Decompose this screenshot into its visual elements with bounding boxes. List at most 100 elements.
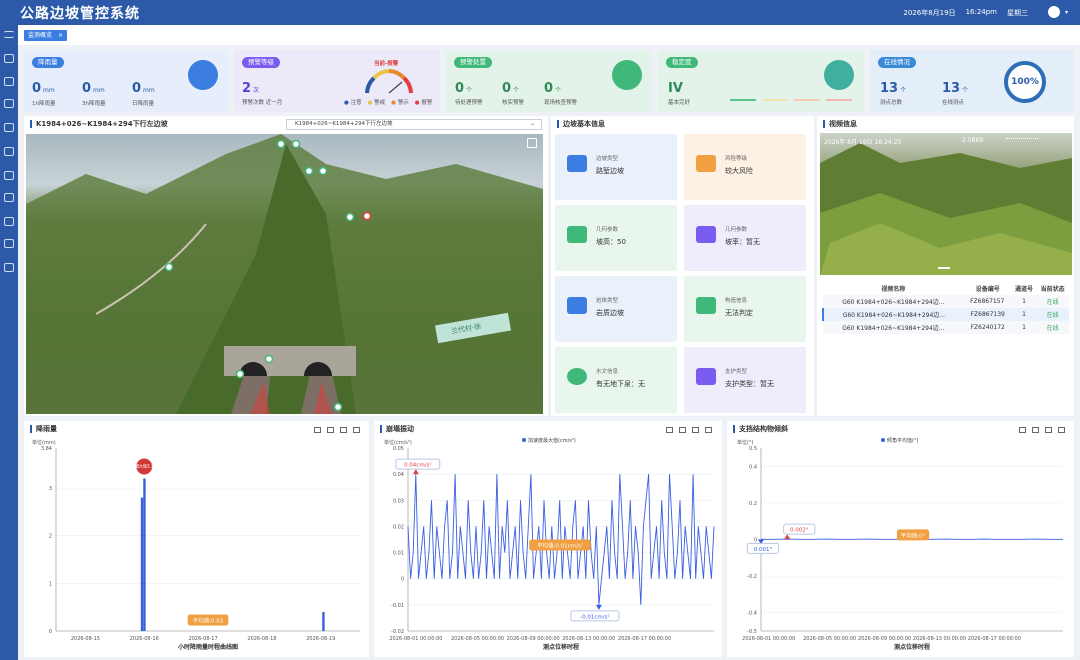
info-card: 边坡类型 路堑边坡 <box>555 134 677 200</box>
x-tick-label: 2026-08-13 00:00:00 <box>562 636 615 642</box>
y-tick-label: 3 <box>49 486 52 492</box>
x-tick-label: 2026-08-16 <box>130 636 159 642</box>
y-tick-label: 1 <box>49 581 52 587</box>
monitor-icon[interactable] <box>4 263 14 272</box>
stat-label: 1h降雨量 <box>32 101 56 107</box>
table-row[interactable]: G60 K1984+026~K1984+294边... FZ6867139 1 … <box>823 308 1069 321</box>
stability-bar-3 <box>794 99 820 101</box>
max-marker <box>412 469 419 475</box>
info-label: 几何参数 <box>725 227 748 233</box>
table-icon[interactable] <box>4 217 14 226</box>
video-name: G60 K1984+026~K1984+294边... <box>842 299 945 306</box>
y-tick-label: -0.01 <box>391 603 404 609</box>
y-tick-label: 0.02 <box>393 524 404 530</box>
info-value: 无法判定 <box>725 309 753 317</box>
stat-value: IV <box>668 81 683 96</box>
network-icon[interactable] <box>4 147 14 156</box>
info-card: 风险等级 较大风险 <box>684 134 806 200</box>
max-marker <box>784 534 791 540</box>
monitor-point-icon <box>276 139 286 149</box>
x-tick-label: 2026-08-17 <box>189 636 218 642</box>
gauge-chart <box>365 69 413 94</box>
chart-panel-rain: 降雨量 3.84 3 2 1 0 单位(mm) 小时降雨量时程曲线图 2026-08-15 20… <box>24 421 369 657</box>
tab-label: 监测概览 <box>28 32 53 39</box>
info-label: 岩体类型 <box>596 298 619 304</box>
share-nodes-icon <box>824 60 854 90</box>
x-tick-label: 2026-08-09 00:00:00 <box>507 636 560 642</box>
table-row[interactable]: G60 K1984+026~K1984+294边... FZ6240172 1 … <box>823 321 1069 334</box>
avg-label: 平均值:0.03 <box>193 617 224 625</box>
x-tick-label: 2026-08-05 00:00:00 <box>451 636 504 642</box>
slope-3d-image[interactable]: 兰代村·徐 <box>26 134 543 414</box>
x-tick-label: 2026-08-17 00:00:00 <box>618 636 671 642</box>
info-value: 较大风险 <box>725 167 753 175</box>
user-avatar-icon[interactable] <box>1048 6 1060 18</box>
card-warn-level: 预警等级 2次 预警次数 近一月 当前-报警 ● 注意 ● 警戒 ● 警示 ● … <box>234 50 440 112</box>
video-player[interactable]: 2026年 8月 19日 16:24:25 2.58KB <box>820 133 1072 275</box>
legend-swatch <box>881 438 885 442</box>
camera-icon[interactable] <box>4 171 14 180</box>
slope-view-panel: K1984+026~K1984+294下行左边坡 K1984+026~K1984… <box>24 116 548 416</box>
info-card: 几何参数 坡高：50 <box>555 205 677 271</box>
monitor-point-icon <box>304 166 314 176</box>
inbox-icon[interactable] <box>4 99 14 108</box>
tab-monitor-overview[interactable]: 监测概览 × <box>24 30 68 41</box>
org-icon[interactable] <box>4 123 14 132</box>
info-value: 岩质边坡 <box>596 309 624 317</box>
grid-icon[interactable] <box>4 77 14 86</box>
monitor-point-icon <box>291 139 301 149</box>
y-tick-label: 0 <box>49 629 52 635</box>
slope-select-value: K1984+026~K1984+294下行左边坡 <box>295 121 393 127</box>
stat-value: 0 mm <box>32 81 55 96</box>
info-card: 几何参数坡率：暂无 <box>684 205 806 271</box>
structure-icon <box>696 297 716 314</box>
carousel-indicator[interactable] <box>938 267 950 269</box>
cloud-rain-icon <box>188 60 218 90</box>
menu-icon[interactable] <box>4 31 14 38</box>
video-bitrate: 2.58KB <box>962 137 984 144</box>
x-tick-label: 2026-08-13 00:00:00 <box>913 636 966 642</box>
risk-icon <box>696 155 716 172</box>
chevron-down-icon[interactable]: ▾ <box>1065 9 1068 16</box>
slope-select[interactable]: K1984+026~K1984+294下行左边坡 ⌄ <box>286 119 542 130</box>
online-percent-ring: 100% <box>1004 61 1046 103</box>
video-table: 视频名称 设备编号 通道号 当前状态 G60 K1984+026~K1984+2… <box>822 282 1070 334</box>
bar <box>143 478 146 631</box>
info-label: 水文信息 <box>596 369 619 375</box>
rain-chart: 3.84 3 2 1 0 单位(mm) 小时降雨量时程曲线图 2026-08-15 2026-0… <box>32 439 360 651</box>
signal-icon <box>1006 138 1038 142</box>
stat-value: 2次 <box>242 81 260 96</box>
apps-icon[interactable] <box>4 239 14 248</box>
column-header: 通道号 <box>1015 286 1034 293</box>
info-value: 坡率：暂无 <box>725 238 760 246</box>
stat-label: 3h降雨量 <box>82 101 106 107</box>
panel-title: 边坡基本信息 <box>557 120 605 128</box>
y-tick-label: 0.03 <box>393 498 404 504</box>
sidebar <box>0 25 18 660</box>
close-icon[interactable]: × <box>58 32 63 39</box>
bar <box>140 497 144 631</box>
home-icon[interactable] <box>4 54 14 63</box>
building-icon[interactable] <box>4 193 14 202</box>
info-label: 支护类型 <box>725 369 748 375</box>
fullscreen-icon[interactable] <box>527 138 537 148</box>
max-label: 最大值3.2 <box>135 463 154 469</box>
table-row[interactable]: G60 K1984+026~K1984+294边... FZ6867157 1 … <box>823 295 1069 308</box>
panel-title: 视频信息 <box>823 120 857 128</box>
card-warn-handle: 预警处置 0个 待处理预警 0个 核实预警 0个 现场核查预警 <box>446 50 652 112</box>
monitor-point-icon <box>333 402 343 412</box>
y-tick-label: 0.5 <box>749 446 757 452</box>
status-badge: 在线 <box>1046 299 1059 306</box>
y-tick-label: -0.2 <box>747 574 757 580</box>
info-card: 岩体类型 岩质边坡 <box>555 276 677 342</box>
stat-value: 0 mm <box>82 81 105 96</box>
y-tick-label: 0.01 <box>393 551 404 557</box>
chart-trend-icon <box>567 297 587 314</box>
stat-label: 待处理预警 <box>455 100 483 106</box>
y-tick-label: 0.05 <box>393 446 404 452</box>
x-tick-label: 2026-08-09 00:00:00 <box>858 636 911 642</box>
y-tick-label: -0.5 <box>747 629 757 635</box>
table-header: 视频名称 设备编号 通道号 当前状态 <box>823 282 1069 295</box>
tilt-chart: 0.50.40.20-0.2-0.4-0.5单位(°)测点位移时程2026-08… <box>737 437 1063 651</box>
slope-type-icon <box>567 155 587 172</box>
